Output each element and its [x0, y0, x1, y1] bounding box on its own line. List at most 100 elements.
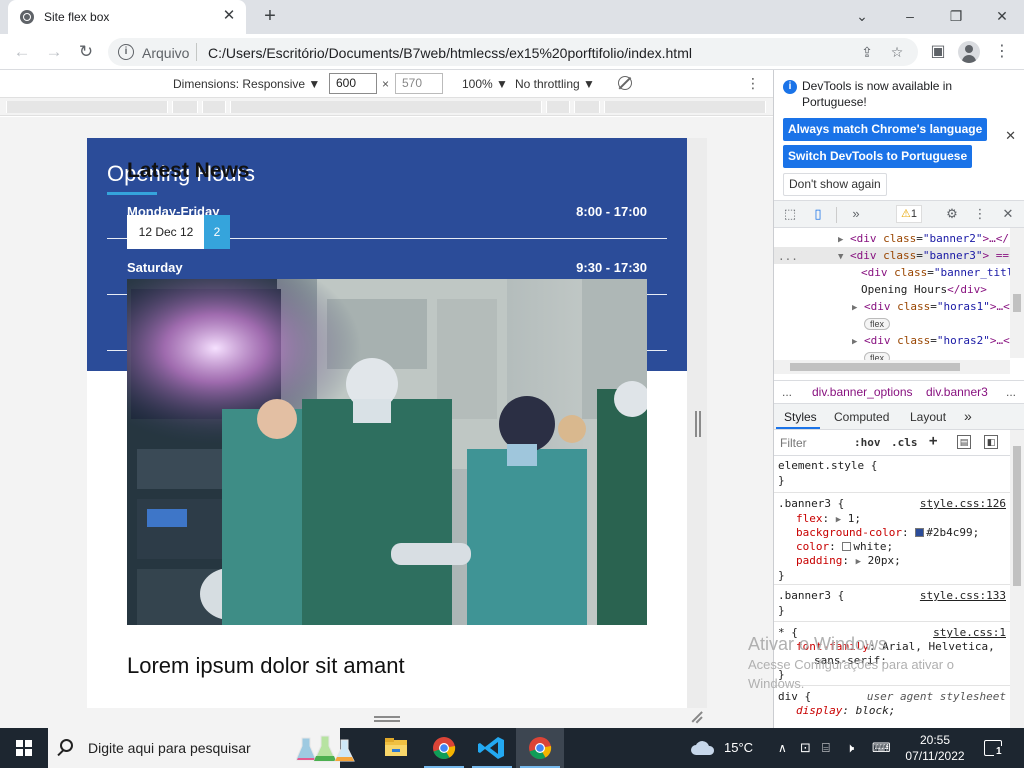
dom-node[interactable]: ▶ <div class="horas2">…< — [774, 332, 1010, 349]
class-toggle-button[interactable]: .cls — [891, 436, 918, 449]
collapse-arrow-icon[interactable]: ▼ — [838, 252, 843, 262]
chrome-menu-icon[interactable]: ⋮ — [990, 40, 1014, 64]
rule-selector[interactable]: div { — [778, 690, 811, 704]
close-window-button[interactable]: ✕ — [984, 4, 1020, 28]
breadcrumb-item[interactable]: div.banner_options — [812, 381, 913, 403]
rule-selector[interactable]: * { — [778, 626, 798, 640]
dom-node[interactable]: ▶ <div class="horas1">…< — [774, 298, 1010, 315]
ruler-segment[interactable] — [230, 101, 542, 113]
inspect-element-icon[interactable]: ⬚ — [782, 206, 798, 222]
ruler-segment[interactable] — [202, 101, 226, 113]
devtools-menu-icon[interactable]: ⋮ — [972, 206, 988, 222]
rotate-disabled-icon[interactable] — [618, 76, 632, 90]
hover-state-button[interactable]: :hov — [854, 436, 881, 449]
flex-badge[interactable]: flex — [864, 318, 891, 330]
restore-button[interactable]: ❐ — [938, 4, 974, 28]
resize-corner-handle[interactable] — [690, 711, 702, 723]
vscode-taskbar-icon[interactable] — [468, 728, 516, 768]
new-tab-button[interactable]: + — [258, 5, 282, 29]
url-text[interactable]: C:/Users/Escritório/Documents/B7web/html… — [208, 45, 692, 61]
css-declaration[interactable]: padding: ▶ 20px; — [796, 554, 901, 568]
keyboard-icon[interactable]: ⌨ — [872, 728, 891, 768]
rule-source-link[interactable]: style.css:133 — [920, 589, 1006, 603]
throttling-select[interactable]: No throttling ▼ — [515, 77, 595, 91]
rule-selector[interactable]: element.style { — [778, 459, 877, 473]
rule-source-link[interactable]: style.css:126 — [920, 497, 1006, 511]
address-bar[interactable]: i Arquivo C:/Users/Escritório/Documents/… — [108, 38, 918, 66]
styles-filter-input[interactable]: Filter — [780, 436, 807, 450]
site-info-icon[interactable]: i — [118, 44, 134, 60]
rule-selector[interactable]: .banner3 { — [778, 497, 844, 511]
dont-show-again-button[interactable]: Don't show again — [783, 173, 887, 196]
bookmark-star-icon[interactable]: ☆ — [888, 43, 906, 61]
dimensions-select[interactable]: Dimensions: Responsive ▼ — [173, 77, 320, 91]
css-declaration[interactable]: display: block; — [796, 704, 895, 718]
breadcrumb-overflow[interactable]: ... — [782, 381, 792, 403]
expand-arrow-icon[interactable]: ▶ — [852, 337, 857, 347]
settings-gear-icon[interactable]: ⚙ — [944, 206, 960, 222]
style-rule[interactable]: .banner3 { style.css:126 flex: ▶ 1; back… — [774, 493, 1010, 585]
close-devtools-icon[interactable]: ✕ — [1000, 206, 1016, 222]
expand-arrow-icon[interactable]: ▶ — [838, 235, 843, 245]
reload-button[interactable]: ↻ — [74, 40, 98, 64]
tab-computed[interactable]: Computed — [834, 410, 889, 424]
ruler-segment[interactable] — [574, 101, 600, 113]
tab-layout[interactable]: Layout — [910, 410, 946, 424]
search-highlight-flasks-icon[interactable] — [296, 734, 356, 764]
node-actions-icon[interactable]: ... — [778, 248, 798, 264]
breadcrumb-item[interactable]: div.banner3 — [926, 381, 988, 403]
close-tab-icon[interactable]: ✕ — [220, 7, 238, 25]
profile-avatar[interactable] — [958, 41, 980, 63]
tray-expand-icon[interactable]: ∧ — [778, 728, 787, 768]
share-icon[interactable]: ⇪ — [858, 43, 876, 61]
ruler-segment[interactable] — [172, 101, 198, 113]
more-tabs-icon[interactable]: » — [848, 206, 864, 222]
weather-cloud-icon[interactable] — [690, 740, 716, 756]
elements-horizontal-scrollbar[interactable] — [774, 360, 1010, 374]
windows-start-icon[interactable] — [16, 740, 32, 756]
tab-styles[interactable]: Styles — [784, 410, 817, 424]
taskbar-clock[interactable]: 20:55 07/11/2022 — [902, 732, 968, 764]
tab-search-icon[interactable]: ⌄ — [844, 4, 880, 28]
css-declaration[interactable]: font-family: Arial, Helvetica, — [796, 640, 995, 654]
minimize-button[interactable]: – — [892, 4, 928, 28]
dom-text-node[interactable]: Opening Hours</div> — [774, 281, 1010, 298]
rule-source-link[interactable]: style.css:1 — [933, 626, 1006, 640]
close-infobar-icon[interactable]: ✕ — [1005, 128, 1016, 144]
style-rule[interactable]: * { style.css:1 font-family: Arial, Helv… — [774, 622, 1010, 686]
meet-now-icon[interactable]: ⊡ — [800, 728, 811, 768]
color-swatch[interactable] — [842, 542, 852, 551]
breadcrumb-overflow[interactable]: ... — [1006, 381, 1016, 403]
forward-button[interactable]: → — [42, 40, 66, 64]
warnings-counter[interactable]: ⚠1 — [896, 205, 922, 223]
more-options-icon[interactable]: ⋮ — [746, 75, 760, 91]
new-rule-icon[interactable]: + — [929, 433, 937, 449]
always-match-language-button[interactable]: Always match Chrome's language — [783, 118, 988, 141]
zoom-select[interactable]: 100% ▼ — [462, 77, 508, 91]
media-query-ruler[interactable] — [0, 98, 773, 116]
resize-height-handle[interactable] — [374, 716, 400, 722]
style-rule[interactable]: div { user agent stylesheet display: blo… — [774, 686, 1010, 728]
element-state-icon[interactable]: ▤ — [957, 435, 971, 449]
volume-icon[interactable]: 🕨 — [846, 728, 854, 768]
ruler-segment[interactable] — [546, 101, 570, 113]
file-explorer-icon[interactable] — [372, 728, 420, 768]
style-rule[interactable]: element.style { } — [774, 456, 1010, 493]
css-declaration[interactable]: flex: ▶ 1; — [796, 512, 861, 526]
rule-selector[interactable]: .banner3 { — [778, 589, 844, 603]
more-tabs-icon[interactable]: » — [964, 408, 972, 424]
color-swatch[interactable] — [915, 528, 925, 537]
css-declaration[interactable]: color: white; — [796, 540, 893, 554]
network-icon[interactable]: ⌸ — [822, 728, 830, 768]
resize-width-handle[interactable] — [695, 411, 701, 437]
back-button[interactable]: ← — [10, 40, 34, 64]
side-panel-icon[interactable]: ▣ — [926, 40, 950, 64]
elements-vertical-scrollbar[interactable] — [1010, 228, 1024, 358]
width-input[interactable]: 600 — [329, 73, 377, 94]
styles-scrollbar[interactable] — [1010, 430, 1024, 728]
browser-tab[interactable]: Site flex box ✕ — [8, 0, 246, 34]
css-declaration[interactable]: background-color: #2b4c99; — [796, 526, 979, 540]
chrome-taskbar-icon[interactable] — [420, 728, 468, 768]
height-input[interactable]: 570 — [395, 73, 443, 94]
chrome-active-window-icon[interactable] — [516, 728, 564, 768]
